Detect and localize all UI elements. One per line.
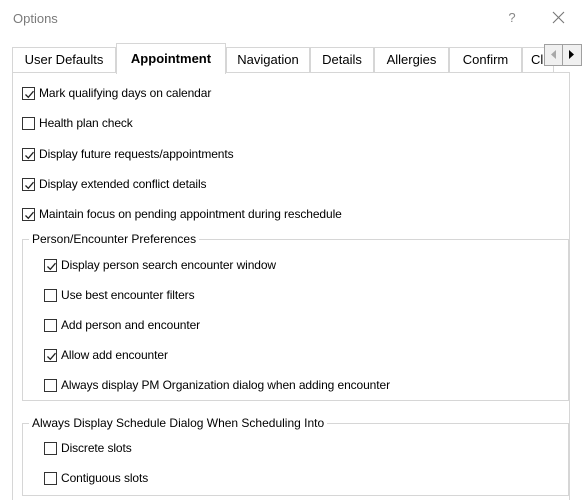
tab-appointment[interactable]: Appointment <box>116 43 226 74</box>
checkbox-maintain-focus[interactable] <box>22 207 35 221</box>
option-display-person-search[interactable]: Display person search encounter window <box>44 257 276 273</box>
checkbox-display-future-requests[interactable] <box>22 147 35 161</box>
option-use-best-encounter-filters[interactable]: Use best encounter filters <box>44 287 195 303</box>
option-mark-qualifying-days[interactable]: Mark qualifying days on calendar <box>22 85 211 101</box>
checkbox-use-best-encounter-filters[interactable] <box>44 288 57 302</box>
option-label: Maintain focus on pending appointment du… <box>39 207 342 221</box>
tab-details[interactable]: Details <box>310 47 374 73</box>
option-label: Add person and encounter <box>61 318 201 332</box>
tab-confirm[interactable]: Confirm <box>449 47 522 73</box>
checkbox-discrete-slots[interactable] <box>44 441 57 455</box>
tab-scroll-right-button[interactable] <box>563 45 581 65</box>
tab-user-defaults[interactable]: User Defaults <box>12 47 116 73</box>
option-label: Mark qualifying days on calendar <box>39 86 212 100</box>
checkmark-icon <box>25 151 34 159</box>
checkmark-icon <box>25 211 34 219</box>
checkbox-mark-qualifying-days[interactable] <box>22 86 35 100</box>
help-button[interactable]: ? <box>497 7 527 29</box>
tab-strip: User Defaults Appointment Navigation Det… <box>12 43 582 74</box>
option-display-extended-conflict[interactable]: Display extended conflict details <box>22 176 207 192</box>
option-label: Use best encounter filters <box>61 288 195 302</box>
checkmark-icon <box>47 352 56 360</box>
option-label: Display future requests/appointments <box>39 147 234 161</box>
close-icon <box>552 11 564 24</box>
option-label: Always display PM Organization dialog wh… <box>61 378 390 392</box>
tab-navigation[interactable]: Navigation <box>226 47 310 73</box>
arrow-right-icon <box>569 50 574 59</box>
checkmark-icon <box>25 181 34 189</box>
checkbox-display-person-search[interactable] <box>44 258 57 272</box>
option-label: Display extended conflict details <box>39 177 207 191</box>
checkbox-health-plan-check[interactable] <box>22 116 35 130</box>
option-health-plan-check[interactable]: Health plan check <box>22 115 133 131</box>
option-label: Allow add encounter <box>61 348 168 362</box>
option-contiguous-slots[interactable]: Contiguous slots <box>44 470 148 486</box>
person-encounter-group-title: Person/Encounter Preferences <box>29 232 200 246</box>
option-add-person-encounter[interactable]: Add person and encounter <box>44 317 200 333</box>
option-discrete-slots[interactable]: Discrete slots <box>44 440 132 456</box>
option-always-display-pm-org[interactable]: Always display PM Organization dialog wh… <box>44 377 390 393</box>
option-allow-add-encounter[interactable]: Allow add encounter <box>44 347 168 363</box>
window-title: Options <box>13 11 58 26</box>
close-button[interactable] <box>541 7 575 29</box>
option-label: Display person search encounter window <box>61 258 276 272</box>
checkbox-allow-add-encounter[interactable] <box>44 348 57 362</box>
checkmark-icon <box>25 90 34 98</box>
checkmark-icon <box>47 262 56 270</box>
option-label: Contiguous slots <box>61 471 149 485</box>
option-label: Discrete slots <box>61 441 132 455</box>
checkbox-contiguous-slots[interactable] <box>44 471 57 485</box>
tab-scroll-control <box>544 44 582 66</box>
option-label: Health plan check <box>39 116 133 130</box>
arrow-left-icon <box>551 50 556 59</box>
schedule-dialog-group-title: Always Display Schedule Dialog When Sche… <box>29 416 328 430</box>
tab-allergies[interactable]: Allergies <box>374 47 449 73</box>
tab-scroll-left-button[interactable] <box>545 45 563 65</box>
checkbox-always-display-pm-org[interactable] <box>44 378 57 392</box>
option-maintain-focus[interactable]: Maintain focus on pending appointment du… <box>22 206 342 222</box>
title-bar: Options ? <box>0 0 582 36</box>
checkbox-add-person-encounter[interactable] <box>44 318 57 332</box>
checkbox-display-extended-conflict[interactable] <box>22 177 35 191</box>
option-display-future-requests[interactable]: Display future requests/appointments <box>22 146 234 162</box>
